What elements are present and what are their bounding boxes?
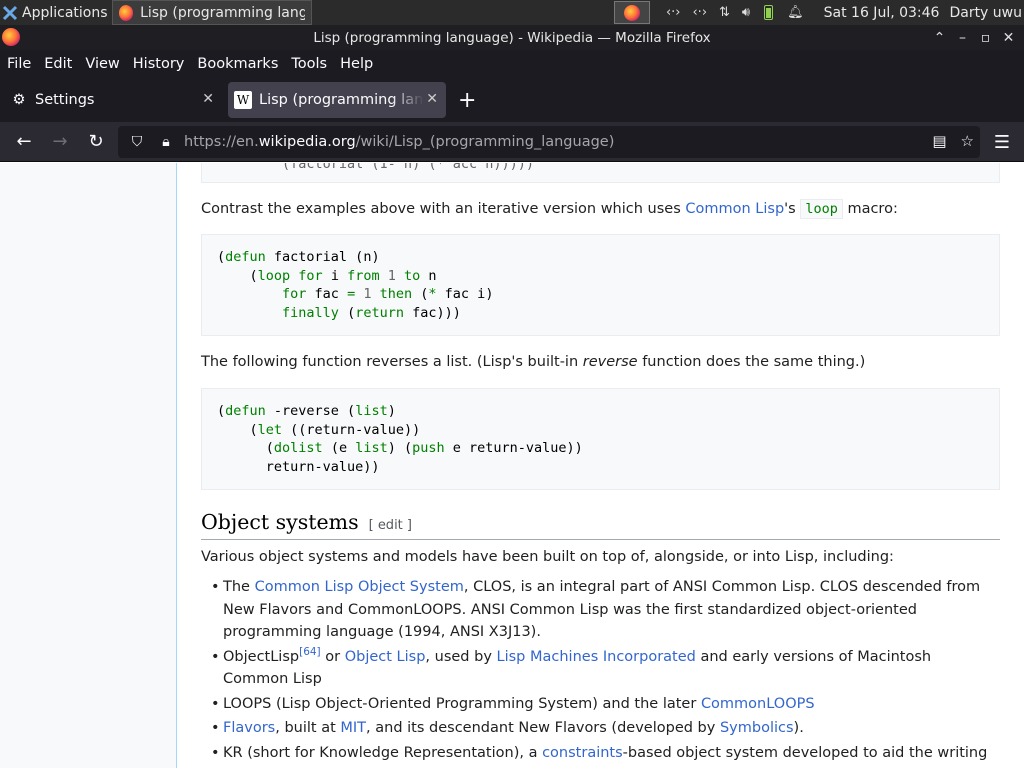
menu-bookmarks[interactable]: Bookmarks	[197, 56, 278, 72]
taskbar-firefox-window[interactable]: Lisp (programming lang...	[111, 0, 312, 25]
link-clos[interactable]: Common Lisp Object System	[255, 579, 464, 595]
link-lmi[interactable]: Lisp Machines Incorporated	[497, 649, 696, 665]
firefox-icon	[118, 4, 134, 21]
link-object-lisp[interactable]: Object Lisp	[345, 649, 426, 665]
hamburger-menu-icon[interactable]: ☰	[994, 132, 1010, 153]
emphasis: reverse	[582, 354, 638, 370]
wikipedia-icon: W	[234, 91, 252, 109]
clock[interactable]: Sat 16 Jul, 03:46	[824, 5, 940, 21]
edit-section-link[interactable]: [ edit ]	[369, 518, 412, 533]
link-common-lisp[interactable]: Common Lisp	[685, 201, 784, 217]
text: function does the same thing.)	[637, 354, 866, 370]
minimize-icon[interactable]: –	[951, 30, 974, 46]
paragraph: The following function reverses a list. …	[201, 351, 1000, 373]
menu-history[interactable]: History	[133, 56, 185, 72]
paragraph: Various object systems and models have b…	[201, 549, 894, 565]
code-line: finally (return fac)))	[282, 304, 461, 321]
code-block-factorial: (defun factorial (n) (loop for i from 1 …	[201, 234, 1000, 336]
link-mit[interactable]: MIT	[340, 720, 366, 736]
url-host: wikipedia.org	[258, 134, 356, 150]
list-item: ObjectLisp[64] or Object Lisp, used by L…	[201, 646, 991, 691]
sidebar-gutter	[0, 163, 177, 768]
tab-label: Lisp (programming language) - Wikipedia	[259, 92, 424, 108]
back-arrow-icon[interactable]: ←	[6, 131, 42, 152]
url-bar[interactable]: ⛉ 🔒︎ https://en.wikipedia.org/wiki/Lisp_…	[118, 126, 980, 158]
url-text[interactable]: https://en.wikipedia.org/wiki/Lisp_(prog…	[184, 134, 614, 150]
notification-bell-icon[interactable]: 🔔︎	[787, 5, 804, 20]
firefox-icon	[623, 4, 640, 21]
heading-text: Object systems	[201, 510, 359, 534]
transfer-icon[interactable]: ⇅	[719, 5, 730, 20]
link-constraints[interactable]: constraints	[542, 745, 623, 761]
code-line: (loop for i from 1 to n	[217, 267, 437, 284]
link-symbolics[interactable]: Symbolics	[720, 720, 794, 736]
code-block-partial: (factorial (1- n) (* acc n)))))	[201, 163, 1000, 183]
page-content: (factorial (1- n) (* acc n))))) Contrast…	[0, 163, 1024, 768]
network-icon[interactable]: ‹·›	[666, 5, 681, 20]
bookmark-star-icon[interactable]: ☆	[961, 132, 974, 150]
window-shade-icon[interactable]: ⌃	[928, 30, 951, 46]
maximize-icon[interactable]: ▫	[974, 30, 997, 46]
menu-help[interactable]: Help	[340, 56, 373, 72]
reader-view-icon[interactable]: ▤	[932, 132, 946, 150]
menu-file[interactable]: File	[7, 56, 31, 72]
navigation-toolbar: ← → ↻ ⛉ 🔒︎ https://en.wikipedia.org/wiki…	[0, 122, 1024, 162]
gear-icon: ⚙	[12, 92, 26, 108]
text: The following function reverses a list. …	[201, 354, 583, 370]
url-prefix: https://en.	[184, 134, 259, 150]
new-tab-icon[interactable]: +	[458, 88, 476, 113]
text: 's	[784, 201, 801, 217]
list-item: Flavors, built at MIT, and its descendan…	[201, 717, 991, 740]
object-systems-list: The Common Lisp Object System, CLOS, is …	[201, 576, 991, 768]
code-block-reverse: (defun -reverse (list) (let ((return-val…	[201, 388, 1000, 490]
taskbar-window-label: Lisp (programming lang...	[140, 4, 305, 21]
code-line: (defun factorial (n)	[217, 249, 380, 265]
reload-icon[interactable]: ↻	[78, 131, 114, 152]
menu-view[interactable]: View	[85, 56, 119, 72]
desktop-panel: Applications Lisp (programming lang... ‹…	[0, 0, 1024, 25]
text: Contrast the examples above with an iter…	[201, 201, 686, 217]
applications-label: Applications	[22, 4, 108, 21]
link-commonloops[interactable]: CommonLOOPS	[701, 696, 815, 712]
tray-firefox-launcher[interactable]	[613, 1, 650, 24]
code-line: return-value))	[217, 458, 380, 475]
tab-lisp-wikipedia[interactable]: W Lisp (programming language) - Wikipedi…	[228, 82, 446, 118]
section-heading-object-systems: Object systems [ edit ]	[201, 511, 1000, 540]
window-titlebar[interactable]: Lisp (programming language) - Wikipedia …	[0, 25, 1024, 50]
lock-icon[interactable]: 🔒︎	[156, 134, 176, 150]
xfce-logo-icon	[2, 5, 18, 20]
tab-settings[interactable]: ⚙ Settings ✕	[4, 82, 222, 118]
code-line: for fac = 1 then (* fac i)	[282, 286, 494, 302]
inline-code: loop	[800, 199, 843, 219]
paragraph: Contrast the examples above with an iter…	[201, 198, 1000, 220]
menu-edit[interactable]: Edit	[44, 56, 72, 72]
close-tab-icon[interactable]: ✕	[202, 91, 214, 107]
code-line: (dolist (e list) (push e return-value))	[217, 440, 583, 456]
window-title: Lisp (programming language) - Wikipedia …	[313, 29, 711, 46]
applications-menu[interactable]: Applications	[0, 0, 108, 25]
close-tab-icon[interactable]: ✕	[426, 91, 438, 107]
citation-link[interactable]: [64]	[299, 646, 321, 658]
text: macro:	[842, 201, 898, 217]
volume-icon[interactable]: 🔊︎	[742, 5, 750, 20]
tab-strip: ⚙ Settings ✕ W Lisp (programming languag…	[0, 78, 1024, 122]
code-line: (let ((return-value))	[217, 421, 421, 438]
code-line: (defun -reverse (list)	[217, 403, 396, 419]
url-path: /wiki/Lisp_(programming_language)	[355, 134, 615, 150]
user-menu[interactable]: Darty uwu	[949, 5, 1022, 21]
link-flavors[interactable]: Flavors	[223, 720, 275, 736]
code-line: (factorial (1- n) (* acc n)))))	[217, 163, 534, 172]
menu-bar: File Edit View History Bookmarks Tools H…	[0, 50, 1024, 78]
list-item: The Common Lisp Object System, CLOS, is …	[201, 576, 991, 644]
list-item: KR (short for Knowledge Representation),…	[201, 742, 991, 768]
tracking-shield-icon[interactable]: ⛉	[127, 134, 147, 150]
tab-label: Settings	[35, 92, 95, 108]
forward-arrow-icon[interactable]: →	[42, 131, 78, 152]
battery-icon[interactable]	[764, 5, 774, 20]
close-icon[interactable]: ✕	[997, 30, 1020, 46]
firefox-icon	[2, 28, 20, 46]
network-icon[interactable]: ‹·›	[692, 5, 707, 20]
list-item: LOOPS (Lisp Object-Oriented Programming …	[201, 693, 991, 716]
menu-tools[interactable]: Tools	[291, 56, 327, 72]
